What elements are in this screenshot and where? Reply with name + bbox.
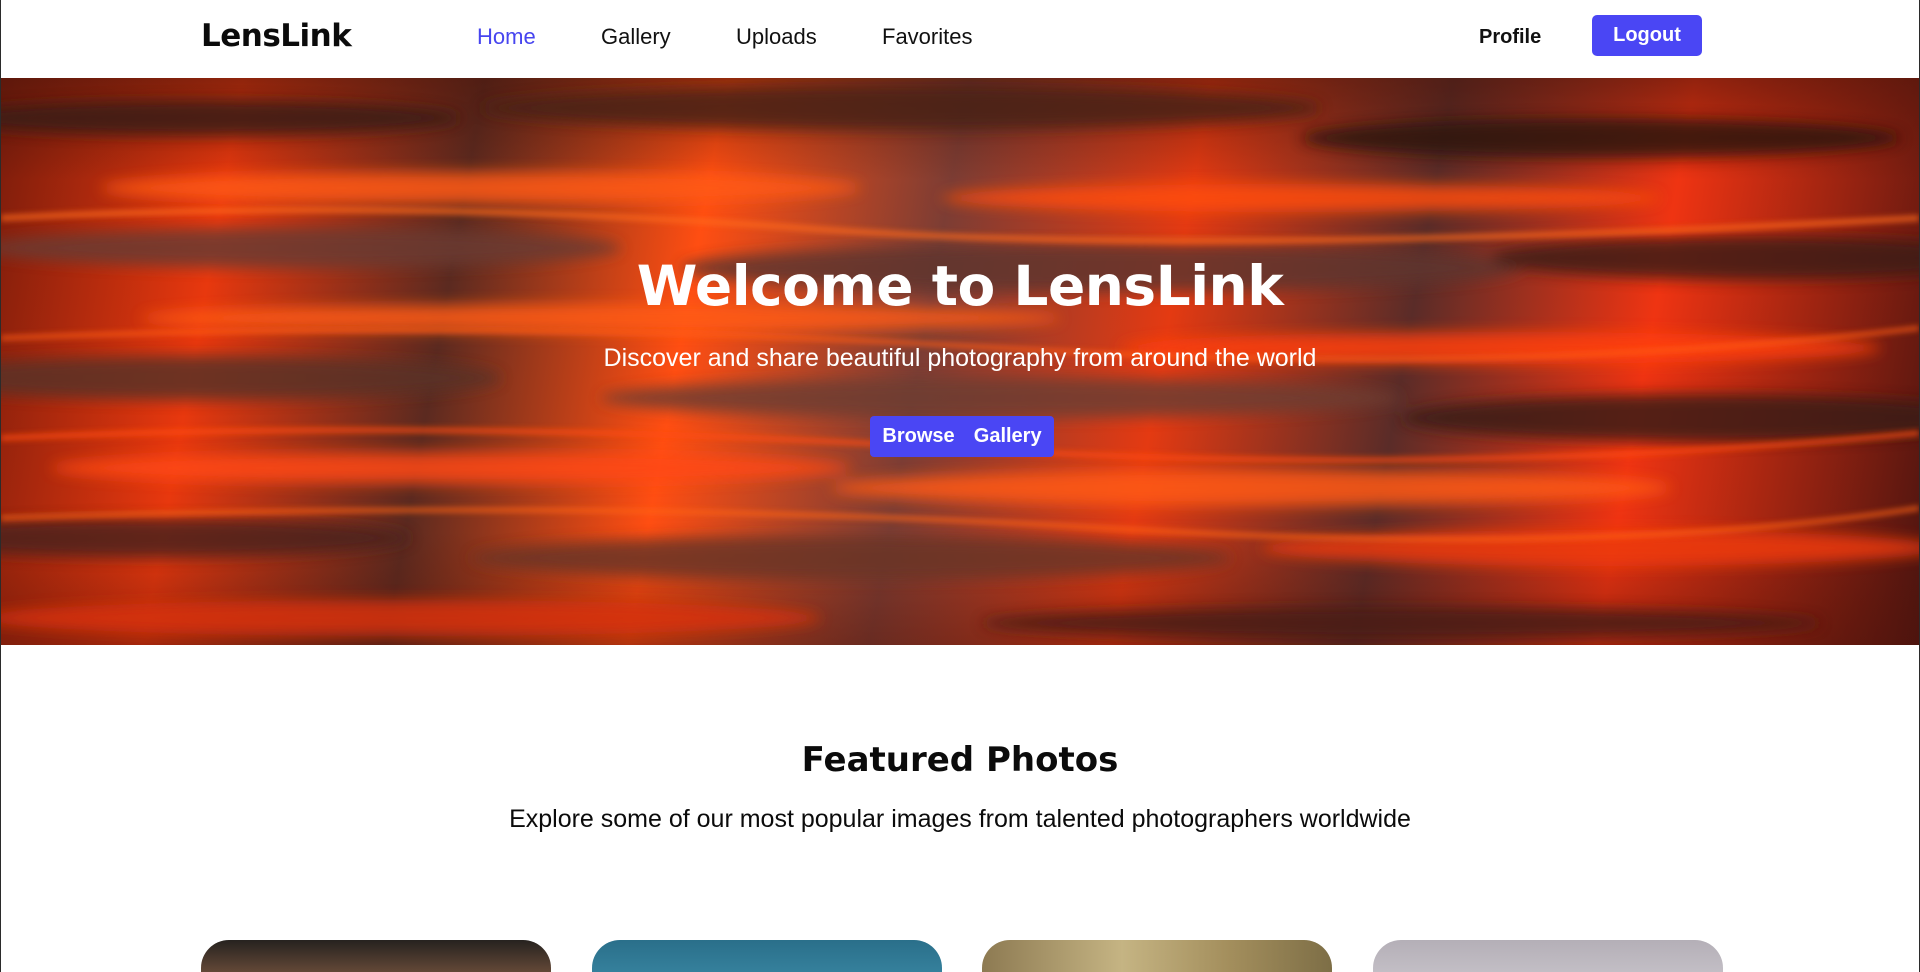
featured-photo-card[interactable] — [201, 940, 551, 972]
page: LensLink Home Gallery Uploads Favorites … — [0, 0, 1920, 972]
top-navbar: LensLink Home Gallery Uploads Favorites … — [1, 0, 1919, 78]
featured-photo-card[interactable] — [1373, 940, 1723, 972]
hero-title: Welcome to LensLink — [636, 254, 1284, 318]
nav-favorites[interactable]: Favorites — [882, 24, 972, 50]
browse-gallery-button[interactable]: Browse Gallery — [870, 416, 1054, 457]
featured-title: Featured Photos — [801, 740, 1119, 780]
featured-photo-card[interactable] — [982, 940, 1332, 972]
nav-gallery[interactable]: Gallery — [601, 24, 671, 50]
profile-link[interactable]: Profile — [1479, 26, 1541, 49]
brand-logo[interactable]: LensLink — [201, 18, 352, 54]
nav-home[interactable]: Home — [477, 24, 536, 50]
featured-subtitle: Explore some of our most popular images … — [509, 805, 1411, 833]
hero-subtitle: Discover and share beautiful photography… — [603, 344, 1317, 372]
logout-button[interactable]: Logout — [1592, 15, 1702, 56]
hero-banner: Welcome to LensLink Discover and share b… — [1, 78, 1919, 645]
nav-uploads[interactable]: Uploads — [736, 24, 817, 50]
featured-photo-card[interactable] — [592, 940, 942, 972]
